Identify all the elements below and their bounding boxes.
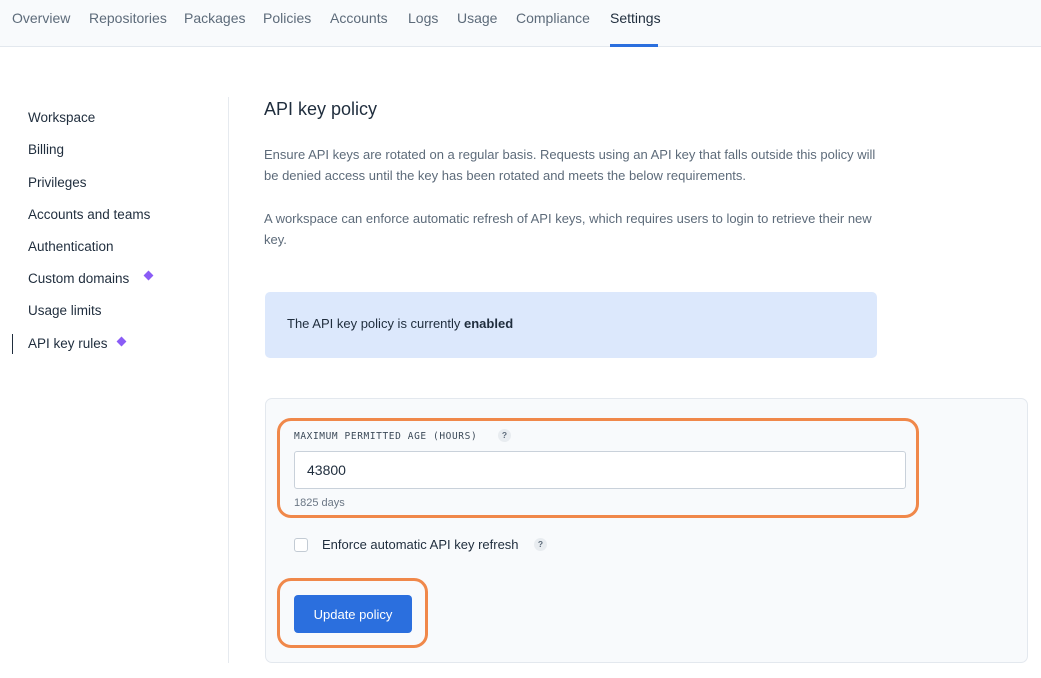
active-tab-indicator	[610, 44, 658, 47]
tab-packages[interactable]: Packages	[184, 10, 245, 26]
sidebar-item-usage-limits[interactable]: Usage limits	[28, 303, 102, 318]
help-icon[interactable]: ?	[498, 429, 511, 442]
sidebar-item-authentication[interactable]: Authentication	[28, 239, 114, 254]
tab-policies[interactable]: Policies	[263, 10, 311, 26]
policy-description: Ensure API keys are rotated on a regular…	[264, 147, 876, 183]
diamond-icon	[116, 336, 127, 347]
refresh-description: A workspace can enforce automatic refres…	[264, 211, 872, 247]
sidebar-item-accounts-and-teams[interactable]: Accounts and teams	[28, 207, 150, 222]
sidebar-item-workspace[interactable]: Workspace	[28, 110, 95, 125]
status-value: enabled	[464, 316, 514, 331]
sidebar-item-custom-domains[interactable]: Custom domains	[28, 271, 129, 286]
sidebar-item-billing[interactable]: Billing	[28, 142, 64, 157]
sidebar-item-privileges[interactable]: Privileges	[28, 175, 87, 190]
update-policy-button[interactable]: Update policy	[294, 595, 412, 633]
tab-compliance[interactable]: Compliance	[516, 10, 590, 26]
sidebar-item-api-key-rules[interactable]: API key rules	[28, 336, 108, 351]
sidebar-active-indicator	[12, 334, 13, 354]
max-age-label: MAXIMUM PERMITTED AGE (HOURS)	[294, 431, 478, 442]
enforce-refresh-label[interactable]: Enforce automatic API key refresh	[322, 537, 519, 552]
max-age-hint: 1825 days	[294, 497, 345, 509]
tab-accounts[interactable]: Accounts	[330, 10, 388, 26]
diamond-icon	[143, 270, 154, 281]
policy-status-banner: The API key policy is currently enabled	[265, 292, 877, 358]
policy-status-text: The API key policy is currently enabled	[287, 316, 513, 331]
max-age-input[interactable]	[294, 451, 906, 489]
tab-logs[interactable]: Logs	[408, 10, 438, 26]
help-icon[interactable]: ?	[534, 538, 547, 551]
tab-overview[interactable]: Overview	[12, 10, 70, 26]
top-navigation: Overview Repositories Packages Policies …	[0, 0, 1041, 47]
status-prefix: The API key policy is currently	[287, 316, 465, 331]
enforce-refresh-checkbox[interactable]	[294, 538, 308, 552]
tab-usage[interactable]: Usage	[457, 10, 497, 26]
tab-repositories[interactable]: Repositories	[89, 10, 167, 26]
page-title: API key policy	[264, 99, 378, 119]
sidebar-divider	[228, 97, 229, 663]
tab-settings[interactable]: Settings	[610, 10, 661, 26]
